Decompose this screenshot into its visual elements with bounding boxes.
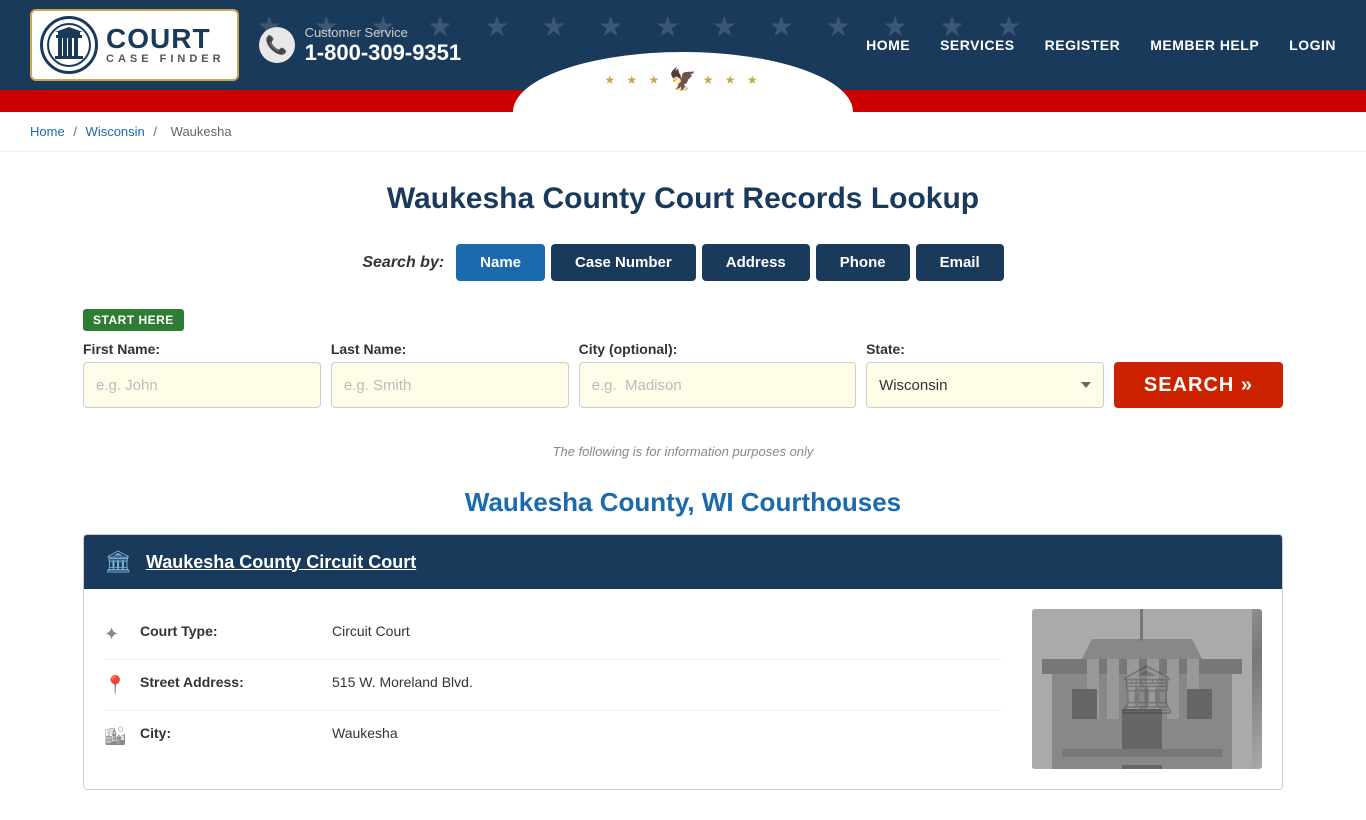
tab-email[interactable]: Email bbox=[916, 244, 1004, 281]
courthouse-icon: 🏛 bbox=[104, 549, 132, 575]
courthouse-body: ✦ Court Type: Circuit Court 📍 Street Add… bbox=[84, 589, 1282, 789]
courthouse-name-link[interactable]: Waukesha County Circuit Court bbox=[146, 552, 416, 573]
header-left: COURT CASE FINDER 📞 Customer Service 1-8… bbox=[30, 9, 461, 81]
start-here-badge: START HERE bbox=[83, 309, 184, 331]
breadcrumb-county: Waukesha bbox=[171, 124, 232, 139]
first-name-input[interactable] bbox=[83, 362, 321, 408]
street-label: Street Address: bbox=[140, 674, 320, 690]
breadcrumb-sep-2: / bbox=[153, 124, 160, 139]
main-nav: HOME SERVICES REGISTER MEMBER HELP LOGIN bbox=[866, 37, 1336, 53]
city-input[interactable] bbox=[579, 362, 856, 408]
city-group: City (optional): bbox=[579, 341, 856, 408]
city-detail-value: Waukesha bbox=[332, 725, 398, 741]
eagle-emblem: ★ ★ ★ 🦅 ★ ★ ★ bbox=[604, 67, 761, 93]
tab-phone[interactable]: Phone bbox=[816, 244, 910, 281]
nav-member-help[interactable]: MEMBER HELP bbox=[1150, 37, 1259, 53]
logo-circle bbox=[40, 16, 98, 74]
breadcrumb-state[interactable]: Wisconsin bbox=[86, 124, 145, 139]
court-type-icon: ✦ bbox=[104, 624, 128, 645]
nav-home[interactable]: HOME bbox=[866, 37, 910, 53]
search-button[interactable]: SEARCH » bbox=[1114, 362, 1283, 408]
logo-case-finder-text: CASE FINDER bbox=[106, 53, 225, 65]
search-tabs-row: Search by: Name Case Number Address Phon… bbox=[83, 244, 1283, 281]
state-select[interactable]: Wisconsin AlabamaAlaskaArizona ArkansasC… bbox=[866, 362, 1104, 408]
breadcrumb-sep-1: / bbox=[73, 124, 80, 139]
courthouse-details: ✦ Court Type: Circuit Court 📍 Street Add… bbox=[104, 609, 1002, 769]
courthouse-header: 🏛 Waukesha County Circuit Court bbox=[84, 535, 1282, 589]
detail-row-city: 🏙 City: Waukesha bbox=[104, 711, 1002, 761]
city-icon: 🏙 bbox=[104, 726, 128, 747]
breadcrumb-home[interactable]: Home bbox=[30, 124, 65, 139]
phone-number: 1-800-309-9351 bbox=[305, 40, 462, 66]
breadcrumb: Home / Wisconsin / Waukesha bbox=[0, 112, 1366, 152]
info-note: The following is for information purpose… bbox=[83, 444, 1283, 459]
last-name-group: Last Name: bbox=[331, 341, 569, 408]
nav-services[interactable]: SERVICES bbox=[940, 37, 1015, 53]
logo: COURT CASE FINDER bbox=[30, 9, 239, 81]
first-name-group: First Name: bbox=[83, 341, 321, 408]
court-type-value: Circuit Court bbox=[332, 623, 410, 639]
last-name-label: Last Name: bbox=[331, 341, 569, 357]
first-name-label: First Name: bbox=[83, 341, 321, 357]
phone-icon: 📞 bbox=[259, 27, 295, 63]
search-by-label: Search by: bbox=[362, 254, 444, 272]
nav-register[interactable]: REGISTER bbox=[1045, 37, 1121, 53]
main-content: Waukesha County Court Records Lookup Sea… bbox=[63, 152, 1303, 820]
courthouse-image bbox=[1032, 609, 1262, 769]
tab-address[interactable]: Address bbox=[702, 244, 810, 281]
customer-service-label: Customer Service bbox=[305, 25, 462, 40]
arc-banner: ★ ★ ★ 🦅 ★ ★ ★ bbox=[0, 90, 1366, 112]
stars-right: ★ ★ ★ bbox=[703, 73, 762, 87]
phone-info: Customer Service 1-800-309-9351 bbox=[305, 25, 462, 66]
tab-name[interactable]: Name bbox=[456, 244, 545, 281]
last-name-input[interactable] bbox=[331, 362, 569, 408]
search-form-area: START HERE First Name: Last Name: City (… bbox=[83, 299, 1283, 428]
courthouse-photo bbox=[1032, 609, 1262, 769]
street-value: 515 W. Moreland Blvd. bbox=[332, 674, 473, 690]
courthouses-title: Waukesha County, WI Courthouses bbox=[83, 487, 1283, 518]
address-icon: 📍 bbox=[104, 675, 128, 696]
eagle-icon: 🦅 bbox=[669, 67, 696, 93]
logo-court-text: COURT bbox=[106, 25, 225, 53]
nav-login[interactable]: LOGIN bbox=[1289, 37, 1336, 53]
city-label: City (optional): bbox=[579, 341, 856, 357]
form-row: First Name: Last Name: City (optional): … bbox=[83, 341, 1283, 408]
detail-row-court-type: ✦ Court Type: Circuit Court bbox=[104, 609, 1002, 660]
header-phone: 📞 Customer Service 1-800-309-9351 bbox=[259, 25, 462, 66]
page-title: Waukesha County Court Records Lookup bbox=[83, 182, 1283, 216]
logo-text: COURT CASE FINDER bbox=[106, 25, 225, 65]
state-group: State: Wisconsin AlabamaAlaskaArizona Ar… bbox=[866, 341, 1104, 408]
tab-case-number[interactable]: Case Number bbox=[551, 244, 696, 281]
state-label: State: bbox=[866, 341, 1104, 357]
court-type-label: Court Type: bbox=[140, 623, 320, 639]
detail-row-street: 📍 Street Address: 515 W. Moreland Blvd. bbox=[104, 660, 1002, 711]
city-detail-label: City: bbox=[140, 725, 320, 741]
stars-left: ★ ★ ★ bbox=[604, 73, 663, 87]
logo-icon bbox=[47, 23, 91, 67]
courthouse-card: 🏛 Waukesha County Circuit Court ✦ Court … bbox=[83, 534, 1283, 790]
